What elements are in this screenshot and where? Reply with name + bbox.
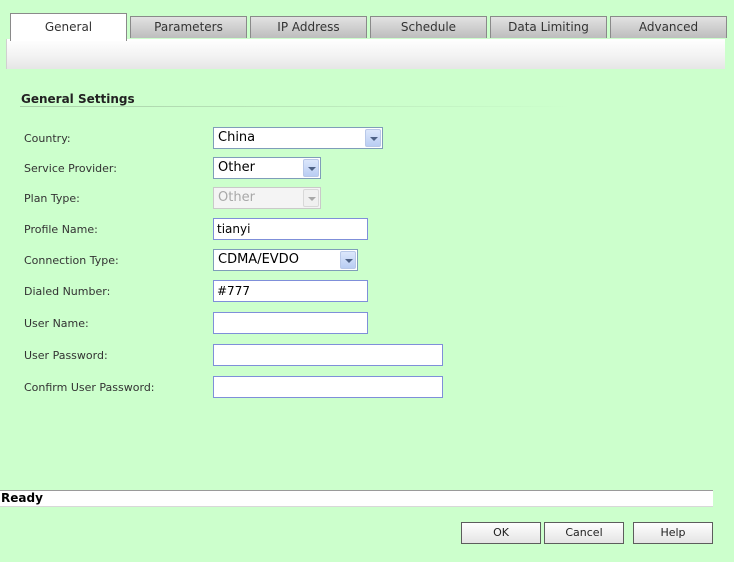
chevron-down-icon[interactable] [303,159,319,177]
tab-advanced[interactable]: Advanced [610,16,727,38]
service-provider-value: Other [218,160,255,175]
plan-type-label: Plan Type: [24,192,80,205]
tab-ip-address[interactable]: IP Address [250,16,367,38]
tab-schedule[interactable]: Schedule [370,16,487,38]
cancel-button[interactable]: Cancel [544,522,624,544]
confirm-password-input[interactable] [213,376,443,398]
help-button[interactable]: Help [633,522,713,544]
plan-type-select: Other [213,187,321,209]
section-divider [20,106,572,107]
service-provider-select[interactable]: Other [213,157,321,179]
profile-name-input[interactable] [213,218,368,240]
user-password-input[interactable] [213,344,443,366]
dialed-number-input[interactable] [213,280,368,302]
section-title: General Settings [21,92,135,106]
chevron-down-icon [303,189,319,207]
country-label: Country: [24,132,71,145]
country-value: China [218,130,256,145]
user-name-input[interactable] [213,312,368,334]
user-password-label: User Password: [24,349,108,362]
plan-type-value: Other [218,190,255,205]
chevron-down-icon[interactable] [365,129,381,147]
connection-type-select[interactable]: CDMA/EVDO [213,249,358,271]
user-name-label: User Name: [24,317,89,330]
profile-name-label: Profile Name: [24,223,98,236]
service-provider-label: Service Provider: [24,162,117,175]
connection-type-label: Connection Type: [24,254,119,267]
tab-general[interactable]: General [10,13,127,41]
ok-button[interactable]: OK [461,522,541,544]
connection-type-value: CDMA/EVDO [218,252,299,267]
confirm-password-label: Confirm User Password: [24,381,155,394]
tab-bar: Parameters IP Address Schedule Data Limi… [10,13,730,41]
country-select[interactable]: China [213,127,383,149]
dialed-number-label: Dialed Number: [24,285,111,298]
tab-data-limiting[interactable]: Data Limiting [490,16,607,38]
chevron-down-icon[interactable] [340,251,356,269]
status-bar: Ready [0,490,713,507]
tab-header-band [6,39,725,69]
tab-parameters[interactable]: Parameters [130,16,247,38]
